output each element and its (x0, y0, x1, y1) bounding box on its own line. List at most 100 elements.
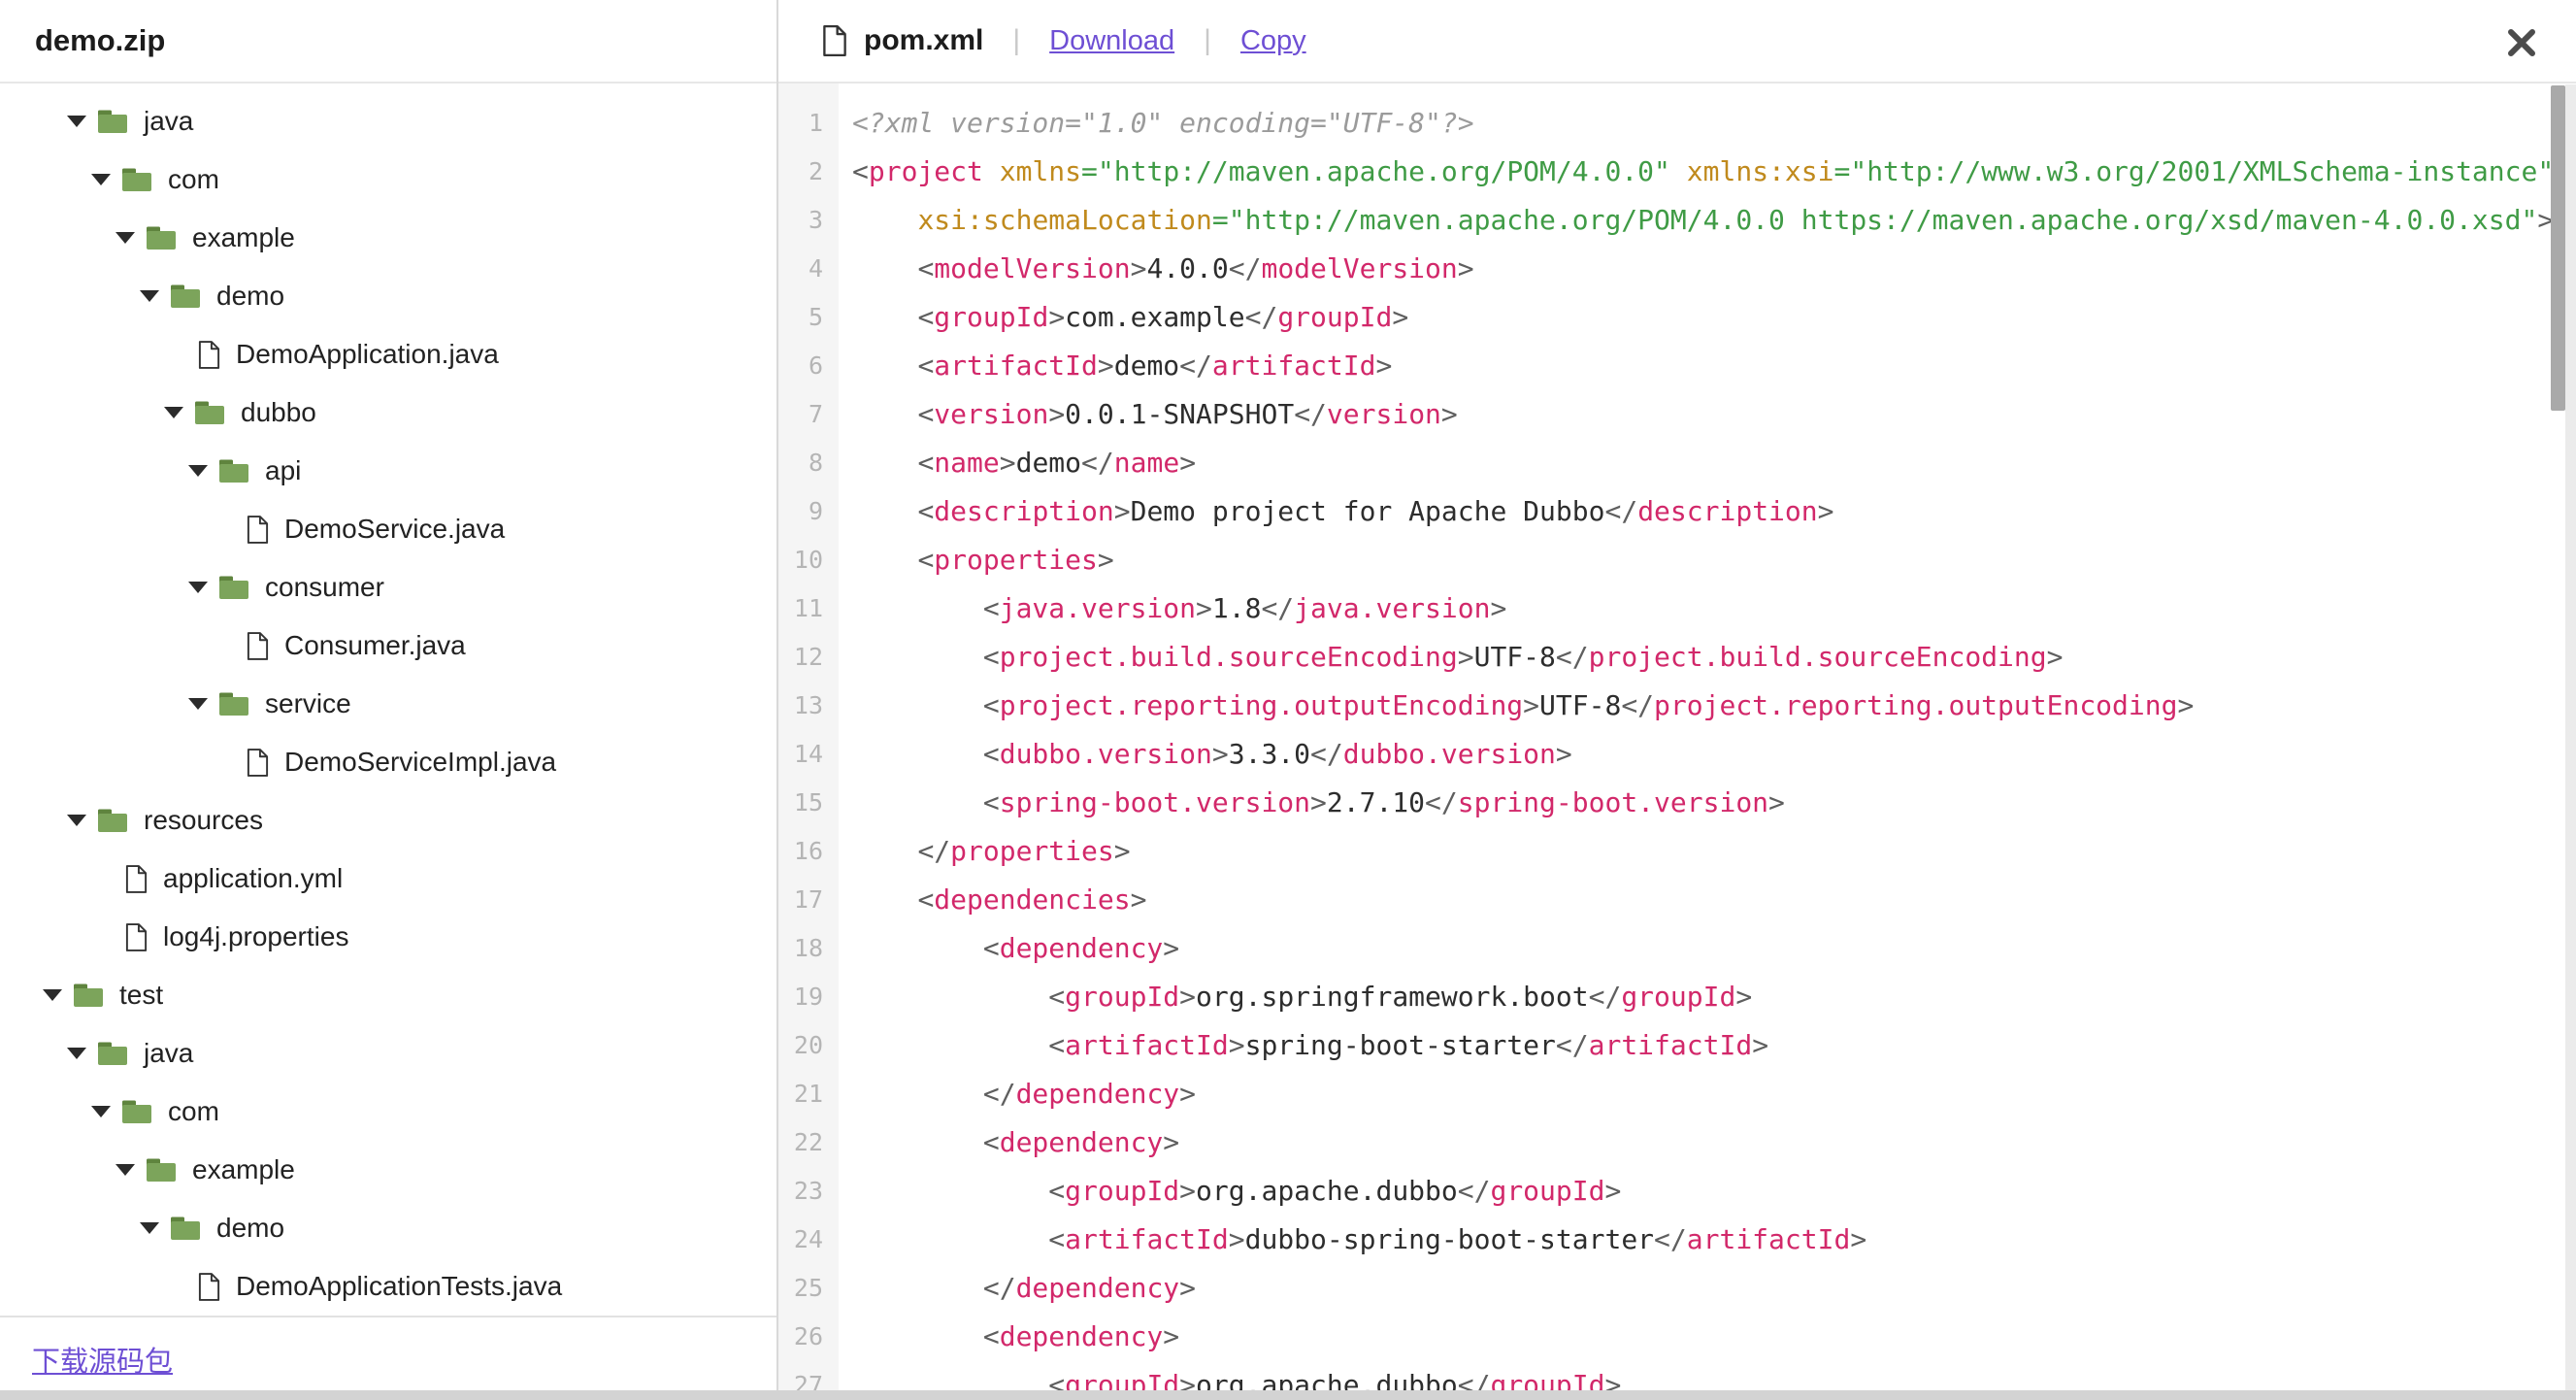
folder-icon (217, 690, 250, 717)
tree-item-label: java (144, 1038, 194, 1068)
caret-down-icon[interactable] (91, 1106, 120, 1117)
caret-down-icon[interactable] (91, 174, 120, 185)
tree-item-label: example (192, 222, 295, 252)
tree-row-demoservice-java[interactable]: DemoService.java (0, 500, 776, 558)
tree-item-label: Consumer.java (284, 630, 466, 660)
code-line: <?xml version="1.0" encoding="UTF-8"?> (852, 107, 1474, 139)
line-number: 5 (808, 303, 823, 331)
line-number: 17 (793, 885, 823, 914)
tree-row-application-yml[interactable]: application.yml (0, 850, 776, 908)
code-line: </dependency> (982, 1272, 1197, 1304)
caret-down-icon[interactable] (67, 1048, 96, 1059)
folder-icon (96, 108, 129, 135)
tree-item-label: application.yml (163, 863, 344, 893)
tree-row-consumer[interactable]: consumer (0, 558, 776, 617)
caret-down-icon[interactable] (140, 290, 169, 302)
caret-down-icon[interactable] (116, 232, 145, 244)
tree-item-label: example (192, 1154, 295, 1184)
folder-icon (145, 224, 178, 251)
code-line: <java.version>1.8</java.version> (982, 592, 1507, 624)
caret-down-icon[interactable] (164, 407, 193, 418)
tree-row-demo[interactable]: demo (0, 267, 776, 325)
tree-row-service[interactable]: service (0, 675, 776, 733)
line-number: 6 (808, 351, 823, 380)
file-icon (197, 340, 221, 370)
tree-row-com[interactable]: com (0, 1083, 776, 1141)
code-area: 1 2 3 4 5 6 7 8 9 10 11 12 13 14 15 16 17 18 19 20 21 22 23 24 2… (778, 83, 2576, 1400)
caret-down-icon[interactable] (140, 1222, 169, 1234)
tree-row-java[interactable]: java (0, 1024, 776, 1083)
code-line: <project xmlns="http://maven.apache.org/… (852, 155, 2555, 187)
code-line: <version>0.0.1-SNAPSHOT</version> (917, 398, 1458, 430)
header-separator: | (1012, 24, 1021, 56)
tree-row-demoapplicationtests-java[interactable]: DemoApplicationTests.java (0, 1257, 776, 1316)
tree-row-example[interactable]: example (0, 1141, 776, 1199)
file-icon (124, 922, 149, 952)
code-line: <name>demo</name> (917, 447, 1197, 479)
tree-row-example[interactable]: example (0, 209, 776, 267)
tree-row-demoapplication-java[interactable]: DemoApplication.java (0, 325, 776, 383)
caret-down-icon[interactable] (188, 698, 217, 710)
tree-item-label: dubbo (241, 397, 316, 427)
tree-item-label: DemoService.java (284, 514, 506, 544)
line-number: 24 (793, 1225, 823, 1253)
tree-row-demo[interactable]: demo (0, 1199, 776, 1257)
archive-title: demo.zip (35, 23, 166, 57)
vertical-scrollbar-track[interactable] (2565, 84, 2576, 1400)
line-number: 20 (793, 1031, 823, 1059)
close-icon (2508, 29, 2535, 56)
horizontal-scrollbar[interactable] (0, 1390, 2576, 1400)
code-line: <dubbo.version>3.3.0</dubbo.version> (982, 738, 1572, 770)
line-number: 26 (793, 1322, 823, 1350)
tree-row-test[interactable]: test (0, 966, 776, 1024)
caret-down-icon[interactable] (43, 989, 72, 1001)
tree-row-consumer-java[interactable]: Consumer.java (0, 617, 776, 675)
tree-row-api[interactable]: api (0, 442, 776, 500)
tree-item-label: DemoApplicationTests.java (236, 1271, 563, 1301)
line-number: 13 (793, 691, 823, 719)
line-number: 7 (808, 400, 823, 428)
copy-file-link[interactable]: Copy (1240, 25, 1306, 57)
sidebar: demo.zip java com example demo DemoAppli… (0, 0, 778, 1400)
folder-icon (169, 283, 202, 310)
folder-icon (120, 1098, 153, 1125)
code-line: <dependency> (982, 1126, 1180, 1158)
caret-down-icon[interactable] (116, 1164, 145, 1176)
file-tree: java com example demo DemoApplication.ja… (0, 83, 776, 1316)
file-viewer-window: demo.zip java com example demo DemoAppli… (0, 0, 2576, 1400)
tree-item-label: log4j.properties (163, 921, 349, 951)
line-number: 9 (808, 497, 823, 525)
viewer-header: pom.xml | Download | Copy (778, 0, 2576, 83)
folder-icon (217, 574, 250, 601)
tree-row-log4j-properties[interactable]: log4j.properties (0, 908, 776, 966)
tree-item-label: test (119, 980, 164, 1010)
line-number: 8 (808, 449, 823, 477)
code-line: <spring-boot.version>2.7.10</spring-boot… (982, 786, 1785, 818)
code-viewer-panel: pom.xml | Download | Copy 1 2 3 4 5 6 7 8 9 10 11 1… (778, 0, 2576, 1400)
download-file-link[interactable]: Download (1049, 25, 1174, 57)
caret-down-icon[interactable] (188, 465, 217, 477)
caret-down-icon[interactable] (188, 582, 217, 593)
line-number: 19 (793, 983, 823, 1011)
tree-row-dubbo[interactable]: dubbo (0, 383, 776, 442)
tree-row-com[interactable]: com (0, 150, 776, 209)
line-number: 10 (793, 546, 823, 574)
tree-row-demoserviceimpl-java[interactable]: DemoServiceImpl.java (0, 733, 776, 791)
folder-icon (96, 1040, 129, 1067)
caret-down-icon[interactable] (67, 815, 96, 826)
line-number: 16 (793, 837, 823, 865)
download-source-package-link[interactable]: 下载源码包 (32, 1339, 173, 1380)
line-number: 1 (808, 109, 823, 137)
tree-item-label: DemoServiceImpl.java (284, 747, 557, 777)
tree-row-java[interactable]: java (0, 92, 776, 150)
close-button[interactable] (2500, 21, 2543, 64)
line-number: 18 (793, 934, 823, 962)
folder-icon (193, 399, 226, 426)
vertical-scrollbar-thumb[interactable] (2551, 85, 2565, 411)
caret-down-icon[interactable] (67, 116, 96, 127)
tree-row-resources[interactable]: resources (0, 791, 776, 850)
tree-item-label: com (168, 164, 219, 194)
sidebar-header: demo.zip (0, 0, 776, 83)
header-separator: | (1204, 24, 1211, 56)
code-line: <modelVersion>4.0.0</modelVersion> (917, 252, 1474, 284)
